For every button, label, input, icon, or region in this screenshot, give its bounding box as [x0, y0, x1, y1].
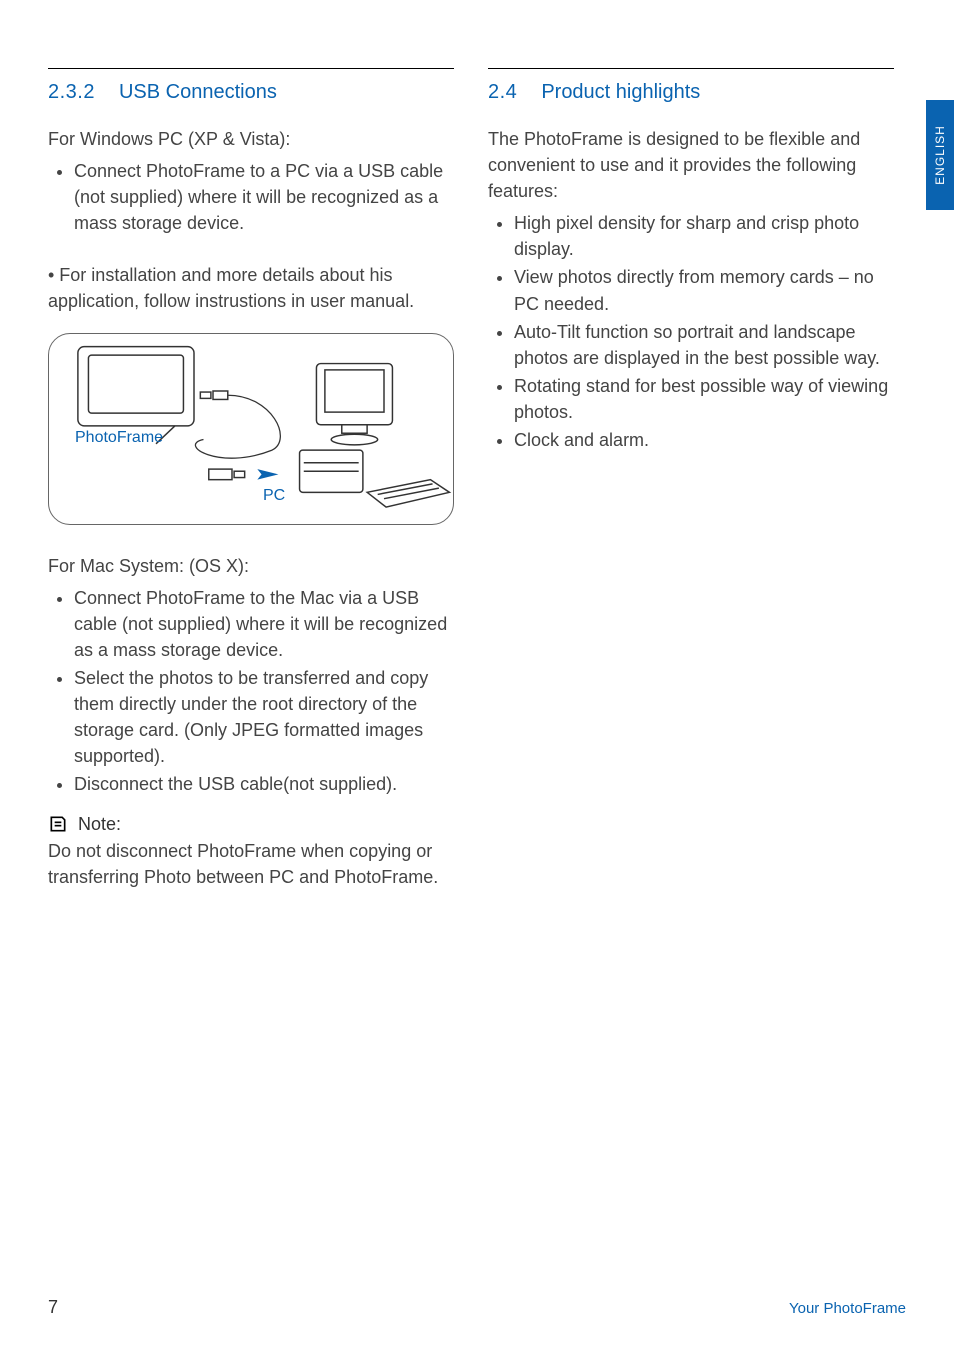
note-body: Do not disconnect PhotoFrame when copyin… — [48, 838, 454, 890]
page-number: 7 — [48, 1297, 58, 1318]
list-item: Connect PhotoFrame to a PC via a USB cab… — [74, 158, 454, 236]
mac-list: Connect PhotoFrame to the Mac via a USB … — [48, 585, 454, 798]
diagram-label-pc: PC — [263, 484, 285, 507]
highlights-list: High pixel density for sharp and crisp p… — [488, 210, 894, 453]
left-body: For Windows PC (XP & Vista): Connect Pho… — [48, 126, 454, 890]
heading-number: 2.4 — [488, 81, 517, 104]
section-heading-usb: 2.3.2 USB Connections — [48, 81, 454, 104]
list-item: Disconnect the USB cable(not supplied). — [74, 771, 454, 797]
language-tab-label: ENGLISH — [933, 125, 947, 185]
section-divider — [48, 68, 454, 69]
mac-intro: For Mac System: (OS X): — [48, 553, 454, 579]
language-tab: ENGLISH — [926, 100, 954, 210]
note-heading: Note: — [48, 811, 454, 837]
content-columns: 2.3.2 USB Connections For Windows PC (XP… — [48, 68, 906, 896]
windows-intro: For Windows PC (XP & Vista): — [48, 126, 454, 152]
heading-number: 2.3.2 — [48, 81, 95, 104]
note-icon — [48, 814, 68, 834]
section-divider — [488, 68, 894, 69]
heading-title: Product highlights — [541, 81, 700, 104]
list-item: Auto-Tilt function so portrait and lands… — [514, 319, 894, 371]
note-label: Note: — [78, 811, 121, 837]
section-heading-highlights: 2.4 Product highlights — [488, 81, 894, 104]
list-item: High pixel density for sharp and crisp p… — [514, 210, 894, 262]
right-column: 2.4 Product highlights The PhotoFrame is… — [488, 68, 894, 896]
diagram-label-photoframe: PhotoFrame — [75, 426, 163, 449]
windows-paragraph-2: • For installation and more details abou… — [48, 262, 454, 314]
list-item: Rotating stand for best possible way of … — [514, 373, 894, 425]
right-body: The PhotoFrame is designed to be flexibl… — [488, 126, 894, 453]
list-item: View photos directly from memory cards –… — [514, 264, 894, 316]
heading-title: USB Connections — [119, 81, 277, 104]
highlights-intro: The PhotoFrame is designed to be flexibl… — [488, 126, 894, 204]
page-footer: 7 Your PhotoFrame — [48, 1297, 906, 1318]
footer-section-title: Your PhotoFrame — [789, 1300, 906, 1317]
list-item: Select the photos to be transferred and … — [74, 665, 454, 769]
left-column: 2.3.2 USB Connections For Windows PC (XP… — [48, 68, 454, 896]
list-item: Connect PhotoFrame to the Mac via a USB … — [74, 585, 454, 663]
connection-diagram: PhotoFrame PC — [48, 333, 454, 525]
windows-list: Connect PhotoFrame to a PC via a USB cab… — [48, 158, 454, 236]
page: ENGLISH 2.3.2 USB Connections For Window… — [0, 0, 954, 1354]
list-item: Clock and alarm. — [514, 427, 894, 453]
